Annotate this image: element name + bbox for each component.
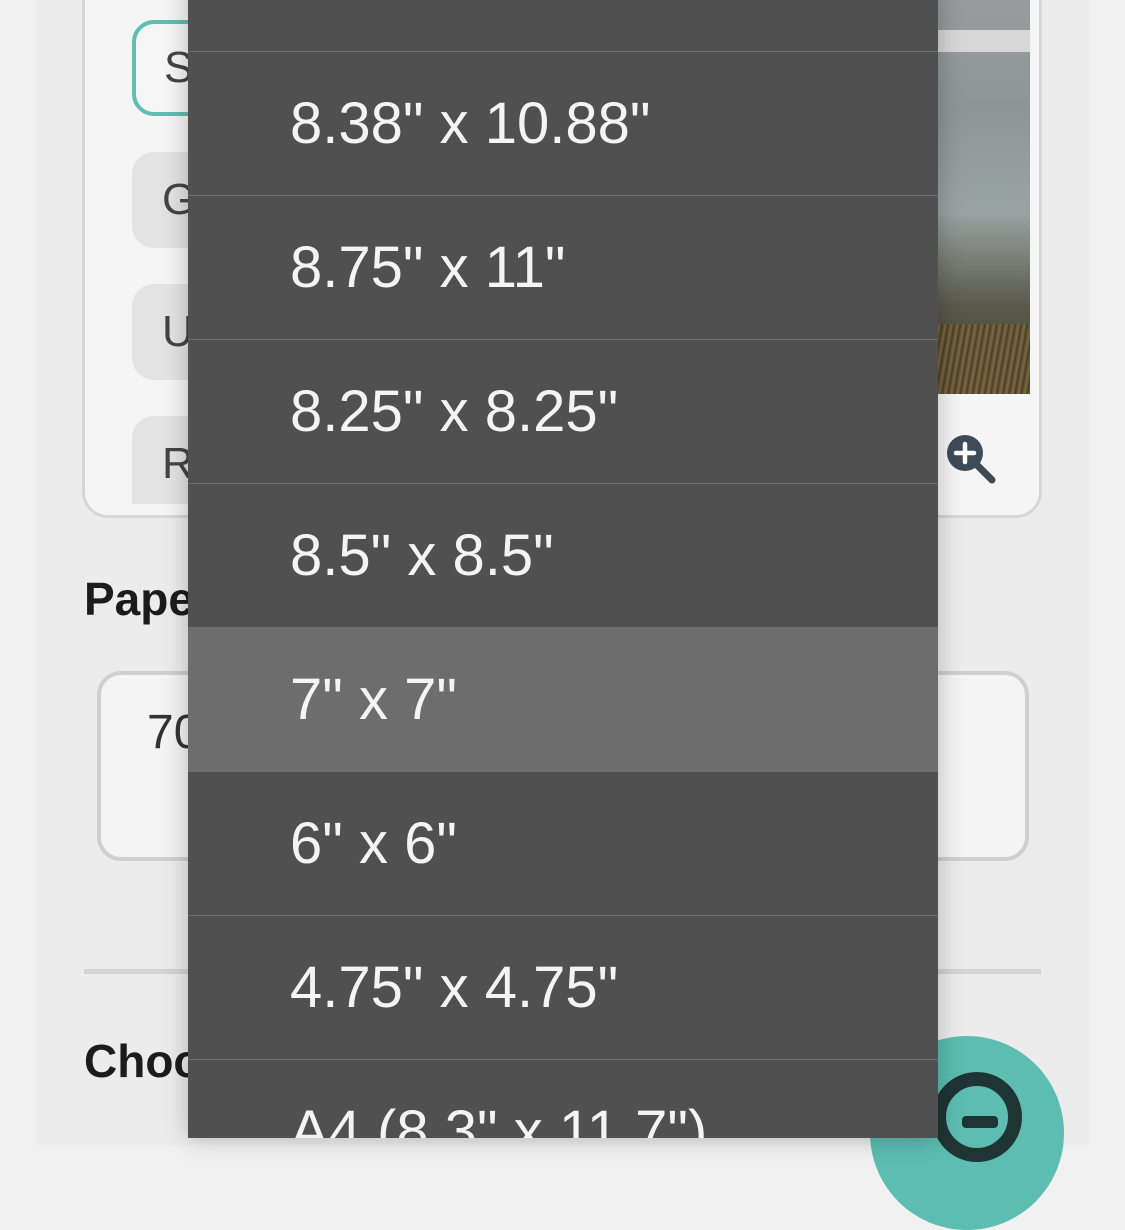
size-dropdown-list[interactable]: 8" x 10" 8.38" x 10.88" 8.75" x 11" 8.25… bbox=[188, 0, 938, 1138]
size-option[interactable]: 8.75" x 11" bbox=[188, 196, 938, 340]
zoom-in-icon[interactable] bbox=[944, 432, 996, 484]
chat-icon bbox=[932, 1072, 1022, 1162]
choose-section-title: Choo bbox=[84, 1035, 202, 1087]
size-option[interactable]: 8.5" x 8.5" bbox=[188, 484, 938, 628]
size-option[interactable]: 6" x 6" bbox=[188, 772, 938, 916]
size-option[interactable]: 8" x 10" bbox=[188, 0, 938, 52]
size-option[interactable]: 8.38" x 10.88" bbox=[188, 52, 938, 196]
size-option-highlighted[interactable]: 7" x 7" bbox=[188, 628, 938, 772]
size-option[interactable]: 4.75" x 4.75" bbox=[188, 916, 938, 1060]
paper-section-title: Pape bbox=[84, 573, 194, 625]
size-option[interactable]: A4 (8.3" x 11.7") bbox=[188, 1060, 938, 1138]
size-option[interactable]: 8.25" x 8.25" bbox=[188, 340, 938, 484]
